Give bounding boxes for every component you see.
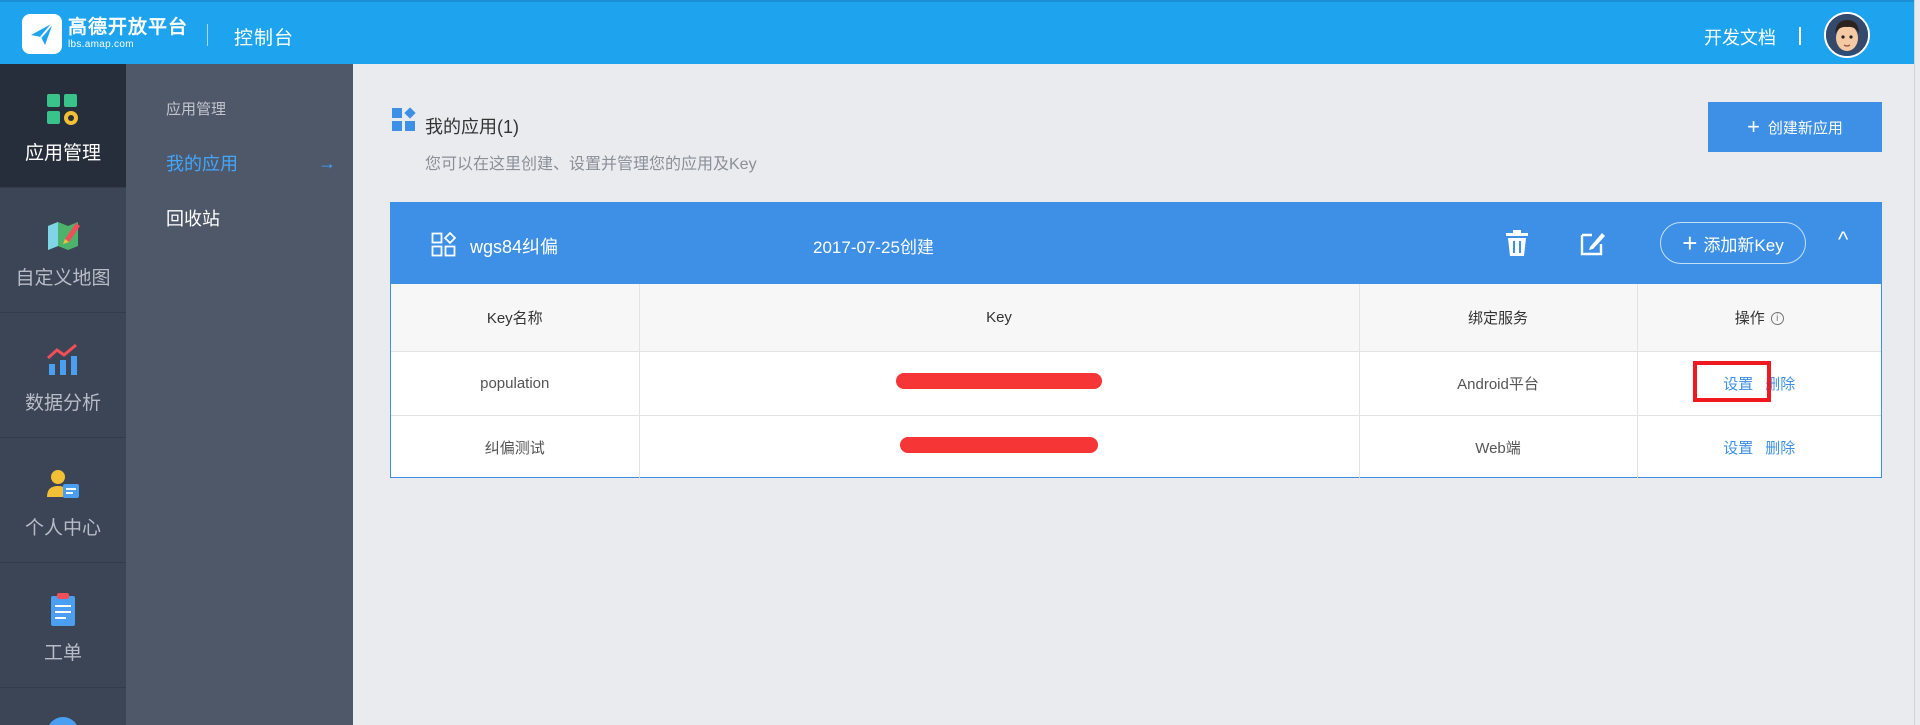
app-name: wgs84纠偏 xyxy=(470,237,559,257)
redaction-mark xyxy=(896,373,1102,389)
edit-icon[interactable] xyxy=(1578,229,1606,257)
logo-subtitle: lbs.amap.com xyxy=(68,39,134,50)
secondary-sidebar: 应用管理 我的应用 → 回收站 xyxy=(126,64,353,725)
sidebar-item-app-management[interactable]: 应用管理 xyxy=(0,64,126,188)
app-management-icon xyxy=(47,94,78,125)
settings-link[interactable]: 设置 xyxy=(1723,376,1753,393)
sidebar-item-ticket[interactable]: 工单 xyxy=(0,564,126,688)
table-row: 纠偏测试 Web端 设置 删除 xyxy=(391,415,1881,479)
logo-title: 高德开放平台 xyxy=(68,17,189,38)
service-cell: Web端 xyxy=(1359,415,1638,479)
apps-grid-icon xyxy=(392,107,416,131)
header-divider xyxy=(1799,27,1801,45)
table-row: population Android平台 设置 删除 xyxy=(391,351,1881,416)
data-analysis-icon xyxy=(47,343,77,375)
personal-center-icon xyxy=(47,470,79,498)
sidebar-item-label: 工单 xyxy=(43,643,82,664)
arrow-right-icon: → xyxy=(318,152,336,173)
subnav-item-recycle-bin[interactable]: 回收站 xyxy=(166,205,336,231)
custom-map-icon xyxy=(48,222,80,250)
column-header-key-name: Key名称 xyxy=(391,284,640,352)
app-created-date: 2017-07-25创建 xyxy=(813,238,934,257)
page-subtitle: 您可以在这里创建、设置并管理您的应用及Key xyxy=(425,156,757,173)
sidebar-item-personal-center[interactable]: 个人中心 xyxy=(0,439,126,563)
sidebar-item-label: 自定义地图 xyxy=(15,268,111,289)
settings-link[interactable]: 设置 xyxy=(1723,440,1753,457)
create-app-button[interactable]: + 创建新应用 xyxy=(1708,102,1882,152)
subnav-item-my-apps[interactable]: 我的应用 → xyxy=(166,150,336,176)
table-header-row: Key名称 Key 绑定服务 操作 i xyxy=(391,284,1881,352)
page-title: 我的应用(1) xyxy=(425,117,519,137)
plus-icon: + xyxy=(1682,228,1698,258)
subnav-item-label: 我的应用 xyxy=(166,154,238,174)
column-header-service: 绑定服务 xyxy=(1359,284,1638,352)
user-avatar[interactable] xyxy=(1824,12,1870,58)
add-key-label: 添加新Key xyxy=(1703,235,1784,255)
logo[interactable]: 高德开放平台 lbs.amap.com xyxy=(22,14,188,54)
app-card: wgs84纠偏 2017-07-25创建 + 添加新Key ^ Key名称 Ke… xyxy=(390,202,1882,479)
subnav-item-label: 回收站 xyxy=(166,209,220,229)
subnav-heading: 应用管理 xyxy=(166,101,227,118)
trash-icon[interactable] xyxy=(1504,229,1530,257)
collapse-icon[interactable]: ^ xyxy=(1838,227,1848,253)
console-link[interactable]: 控制台 xyxy=(234,23,294,50)
amap-logo-icon xyxy=(22,14,62,54)
sidebar-item-label: 应用管理 xyxy=(24,143,101,164)
actions-cell: 设置 删除 xyxy=(1637,415,1881,479)
service-cell: Android平台 xyxy=(1359,351,1638,416)
app-icon xyxy=(431,232,457,257)
create-app-label: 创建新应用 xyxy=(1767,119,1843,137)
column-header-key: Key xyxy=(639,284,1360,352)
info-icon[interactable]: i xyxy=(1770,312,1784,326)
actions-cell: 设置 删除 xyxy=(1637,351,1881,416)
keys-table: Key名称 Key 绑定服务 操作 i population Android平台 … xyxy=(391,284,1881,479)
add-key-button[interactable]: + 添加新Key xyxy=(1660,222,1806,264)
ticket-icon xyxy=(51,593,75,626)
help-icon[interactable] xyxy=(47,717,79,725)
column-header-actions-label: 操作 xyxy=(1734,309,1765,327)
sidebar-item-label: 个人中心 xyxy=(24,518,101,539)
primary-sidebar: 应用管理 自定义地图 数据分析 个人中心 工单 xyxy=(0,64,126,725)
delete-link[interactable]: 删除 xyxy=(1765,376,1795,393)
delete-link[interactable]: 删除 xyxy=(1765,440,1795,457)
top-bar: 高德开放平台 lbs.amap.com 控制台 开发文档 xyxy=(0,0,1920,64)
key-name-cell: population xyxy=(391,351,640,416)
redaction-mark xyxy=(900,437,1098,454)
app-card-header: wgs84纠偏 2017-07-25创建 + 添加新Key ^ xyxy=(391,203,1881,284)
header-divider xyxy=(207,24,208,46)
sidebar-item-label: 数据分析 xyxy=(24,393,101,414)
plus-icon: + xyxy=(1747,114,1760,139)
docs-link[interactable]: 开发文档 xyxy=(1704,24,1776,50)
key-value-cell xyxy=(639,415,1360,479)
key-value-cell xyxy=(639,351,1360,416)
sidebar-item-data-analysis[interactable]: 数据分析 xyxy=(0,314,126,438)
column-header-actions: 操作 i xyxy=(1637,284,1881,352)
sidebar-item-custom-map[interactable]: 自定义地图 xyxy=(0,189,126,313)
key-name-cell: 纠偏测试 xyxy=(391,415,640,479)
window-edge xyxy=(1914,0,1920,725)
